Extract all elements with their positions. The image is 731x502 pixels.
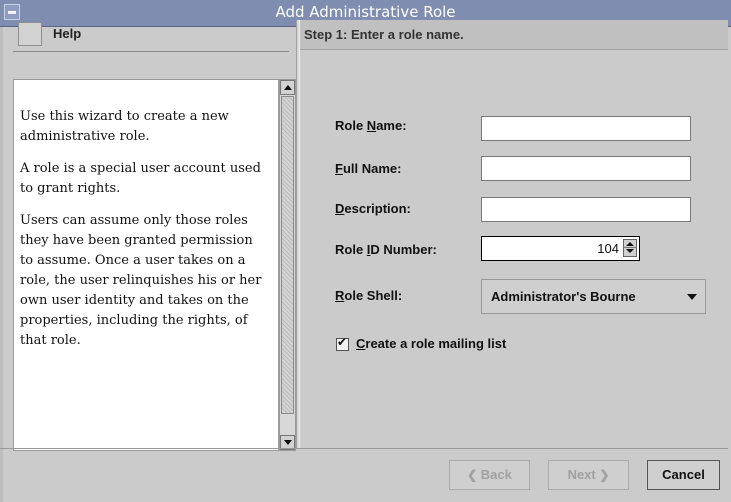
arrow-up-icon: [284, 85, 292, 90]
help-toggle-button[interactable]: [18, 22, 42, 46]
help-header: Help: [13, 20, 288, 50]
role-shell-value: Administrator's Bourne: [491, 289, 636, 304]
help-divider: [13, 51, 289, 52]
dropdown-arrow-icon: [687, 294, 697, 300]
help-paragraph: Users can assume only those roles they h…: [20, 213, 262, 348]
description-label: Description:: [335, 201, 411, 216]
help-text: Use this wizard to create a new administ…: [20, 107, 265, 363]
role-shell-select[interactable]: Administrator's Bourne: [481, 279, 706, 314]
mailing-list-label[interactable]: Create a role mailing list: [356, 336, 506, 351]
scroll-thumb[interactable]: [281, 96, 294, 414]
mailing-list-checkbox[interactable]: ✔: [336, 335, 349, 351]
role-id-spinner[interactable]: 104: [481, 236, 640, 261]
checkmark-icon: ✔: [337, 335, 348, 349]
help-scrollbar[interactable]: [279, 79, 296, 451]
full-name-label: Full Name:: [335, 161, 402, 176]
help-text-pane: Use this wizard to create a new administ…: [13, 79, 279, 451]
role-name-input[interactable]: [481, 116, 691, 141]
spinner-divider: [624, 247, 636, 248]
chevron-right-icon: ❯: [599, 468, 610, 482]
back-button[interactable]: ❮ Back: [449, 460, 530, 490]
step-title: Step 1: Enter a role name.: [304, 27, 464, 42]
next-button-label: Next: [567, 467, 596, 482]
pane-splitter[interactable]: [296, 20, 300, 449]
spin-up-icon[interactable]: [626, 242, 634, 246]
scroll-up-button[interactable]: [280, 80, 295, 95]
footer-divider: [0, 448, 728, 449]
back-button-label: Back: [480, 467, 512, 482]
spin-down-icon[interactable]: [626, 249, 634, 253]
description-input[interactable]: [481, 197, 691, 222]
spinner-buttons[interactable]: [623, 239, 637, 257]
arrow-down-icon: [284, 440, 292, 445]
window-title: Add Administrative Role: [275, 3, 456, 21]
cancel-button[interactable]: Cancel: [647, 460, 720, 490]
help-paragraph: Use this wizard to create a new administ…: [20, 109, 229, 144]
next-button[interactable]: Next ❯: [548, 460, 629, 490]
help-paragraph: A role is a special user account used to…: [20, 161, 261, 196]
role-name-label: Role Name:: [335, 118, 407, 133]
chevron-left-icon: ❮: [467, 468, 478, 482]
full-name-input[interactable]: [481, 156, 691, 181]
cancel-button-label: Cancel: [662, 467, 705, 482]
step-header: Step 1: Enter a role name.: [300, 20, 728, 50]
help-title: Help: [53, 26, 82, 41]
role-id-value[interactable]: 104: [597, 241, 619, 256]
role-id-label: Role ID Number:: [335, 242, 437, 257]
role-shell-label: Role Shell:: [335, 288, 403, 303]
